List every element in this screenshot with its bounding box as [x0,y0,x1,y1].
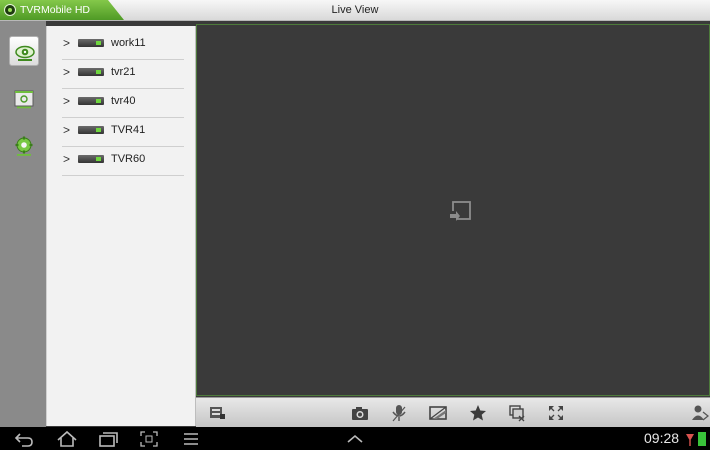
clock: 09:28 [644,430,680,446]
device-label: TVR41 [111,124,146,136]
eye-icon [15,45,35,61]
device-row-TVR60[interactable]: > TVR60 [62,146,184,176]
system-navigation-bar: 09:28 [0,427,710,450]
snapshot-icon[interactable] [351,404,369,422]
battery-icon [698,432,706,446]
live-video-window[interactable] [196,24,710,396]
fullscreen-icon[interactable] [547,404,565,422]
close-window-icon[interactable] [508,404,526,422]
device-row-tvr21[interactable]: > tvr21 [62,59,184,89]
stream-icon[interactable] [208,404,226,422]
device-row-TVR41[interactable]: > TVR41 [62,117,184,147]
device-list-panel: > work11 > tvr21 > tvr40 > TVR41 > TVR60 [46,26,196,426]
chevron-up-icon[interactable] [344,430,366,448]
title-bar: Live View TVRMobile HD [0,0,710,21]
add-stream-icon[interactable] [447,200,473,226]
chevron-right-icon[interactable]: > [63,94,70,108]
back-icon[interactable] [13,430,35,448]
signal-icon [686,434,694,446]
image-adjust-icon[interactable] [429,404,447,422]
device-row-tvr40[interactable]: > tvr40 [62,88,184,118]
favorite-star-icon[interactable] [469,404,487,422]
side-rail [0,21,46,427]
menu-icon[interactable] [180,430,202,448]
rail-playback-button[interactable] [9,84,39,114]
chevron-right-icon[interactable]: > [63,65,70,79]
chevron-right-icon[interactable]: > [63,152,70,166]
home-icon[interactable] [56,430,78,448]
chevron-right-icon[interactable]: > [63,123,70,137]
microphone-icon[interactable] [390,404,408,422]
dvr-device-icon [78,97,104,105]
dvr-device-icon [78,39,104,47]
screenshot-icon[interactable] [138,430,160,448]
rail-settings-button[interactable] [9,131,39,161]
dvr-device-icon [78,126,104,134]
chevron-right-icon[interactable]: > [63,36,70,50]
app-name: TVRMobile HD [20,4,91,16]
dvr-device-icon [78,155,104,163]
live-view-toolbar [196,397,710,428]
device-row-work11[interactable]: > work11 [62,30,184,60]
device-label: tvr40 [111,95,136,107]
gear-icon [15,136,33,156]
recent-apps-icon[interactable] [97,430,119,448]
playback-icon [14,90,34,109]
app-tab[interactable]: TVRMobile HD [0,0,124,20]
device-label: TVR60 [111,153,146,165]
device-label: tvr21 [111,66,136,78]
app-logo-icon [4,4,16,16]
rail-live-view-button[interactable] [9,36,39,66]
ptz-user-icon[interactable] [691,404,709,422]
device-label: work11 [111,37,146,49]
dvr-device-icon [78,68,104,76]
